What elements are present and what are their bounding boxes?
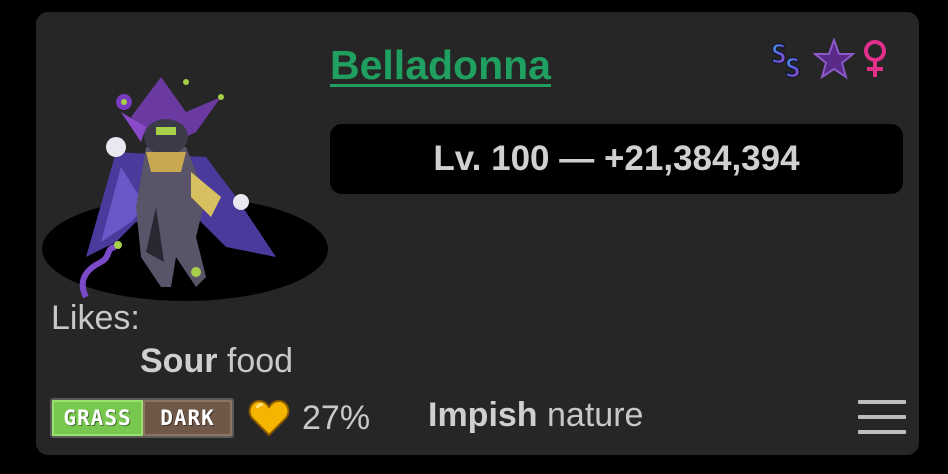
nature-name: Impish — [428, 396, 538, 434]
pokemon-name-link[interactable]: Belladonna — [330, 42, 551, 89]
shiny-ss-icon: S S — [771, 40, 802, 82]
star-icon — [813, 38, 855, 80]
svg-text:S: S — [785, 54, 801, 81]
hamburger-menu-icon[interactable] — [858, 398, 906, 436]
pokemon-card: Belladonna S S Lv. 100 — +21,384,394 Lik… — [36, 12, 919, 455]
pokemon-sprite-icon — [79, 77, 276, 299]
nature-text: Impish nature — [428, 396, 643, 435]
nature-suffix: nature — [537, 396, 644, 434]
likes-suffix: food — [217, 342, 294, 380]
status-badges: S S — [769, 36, 893, 82]
heart-icon — [248, 399, 290, 437]
likes-flavor: Sour — [140, 342, 218, 380]
likes-label: Likes: — [51, 299, 140, 337]
friendship-value: 27% — [302, 398, 371, 437]
type-badge-grass: GRASS — [52, 400, 143, 436]
level-text: Lv. 100 — +21,384,394 — [433, 139, 800, 178]
type-badge-dark: DARK — [143, 400, 232, 436]
likes-value: Sour food — [140, 342, 293, 381]
type-badges: GRASS DARK — [50, 398, 234, 438]
level-experience-display: Lv. 100 — +21,384,394 — [330, 124, 903, 194]
female-icon — [864, 40, 886, 77]
stats-row: GRASS DARK 27% — [50, 398, 370, 438]
